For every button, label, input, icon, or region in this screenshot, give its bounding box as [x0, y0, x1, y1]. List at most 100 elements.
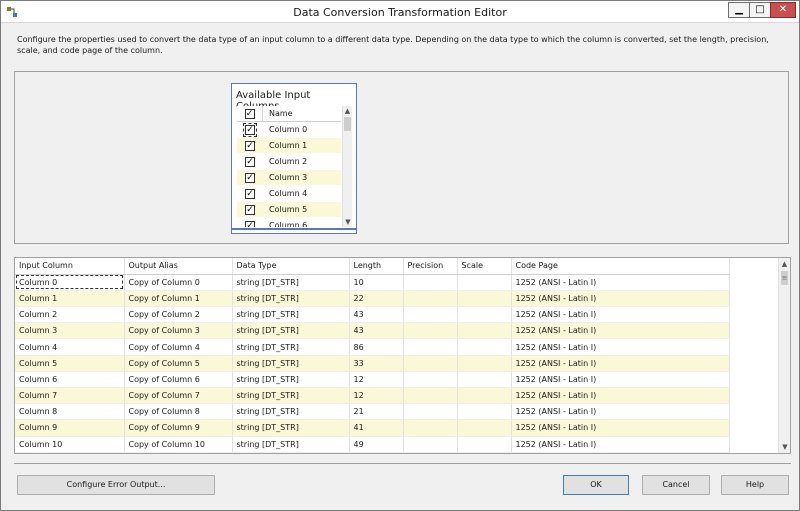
column-checkbox[interactable]: ✓ [245, 140, 255, 151]
grid-cell[interactable] [403, 436, 458, 453]
grid-cell[interactable]: Column 6 [15, 371, 125, 389]
grid-cell[interactable] [403, 355, 458, 372]
grid-cell[interactable]: 1252 (ANSI - Latin I) [511, 306, 730, 324]
grid-column-header[interactable]: Input Column [15, 258, 125, 275]
grid-column-header[interactable]: Precision [403, 258, 458, 275]
grid-cell[interactable]: 22 [349, 290, 404, 308]
grid-cell[interactable] [403, 371, 458, 389]
grid-cell[interactable]: 12 [349, 371, 404, 389]
grid-cell[interactable]: 10 [349, 274, 404, 291]
grid-cell[interactable] [457, 322, 512, 340]
help-button[interactable]: Help [721, 475, 789, 495]
grid-cell[interactable]: 41 [349, 419, 404, 437]
grid-cell[interactable]: Copy of Column 2 [124, 306, 233, 324]
grid-cell[interactable]: 86 [349, 338, 404, 356]
maximize-button[interactable]: □ [749, 2, 771, 18]
grid-cell[interactable] [457, 387, 512, 405]
grid-cell[interactable] [457, 355, 512, 372]
available-column-item[interactable]: ✓ Column 5 [237, 202, 341, 218]
grid-cell[interactable]: 49 [349, 436, 404, 453]
available-columns-scrollbar[interactable]: ▲ ▼ [342, 106, 352, 227]
grid-cell[interactable] [403, 322, 458, 340]
grid-cell[interactable]: 12 [349, 387, 404, 405]
grid-cell[interactable]: Copy of Column 10 [124, 436, 233, 453]
grid-cell[interactable] [403, 387, 458, 405]
table-row[interactable]: Column 0 Copy of Column 0 string [DT_STR] 1… [15, 274, 730, 291]
grid-cell[interactable] [457, 436, 512, 453]
grid-cell[interactable]: 1252 (ANSI - Latin I) [511, 403, 730, 421]
available-column-item[interactable]: ✓ Column 1 [237, 138, 341, 154]
grid-scroll-thumb[interactable]: ≡ [781, 271, 788, 285]
grid-cell[interactable] [403, 274, 458, 291]
grid-cell[interactable] [457, 338, 512, 356]
minimize-button[interactable]: ▁ [728, 2, 750, 18]
scroll-thumb[interactable] [344, 117, 351, 131]
table-row[interactable]: Column 3 Copy of Column 3 string [DT_STR] 4… [15, 322, 730, 340]
grid-scroll-up-icon[interactable]: ▲ [779, 258, 790, 270]
table-row[interactable]: Column 8 Copy of Column 8 string [DT_STR] 2… [15, 403, 730, 421]
table-row[interactable]: Column 5 Copy of Column 5 string [DT_STR] 3… [15, 355, 730, 372]
grid-cell[interactable] [457, 274, 512, 291]
grid-cell[interactable]: string [DT_STR] [232, 274, 350, 291]
grid-column-header[interactable]: Length [349, 258, 404, 275]
grid-cell[interactable]: Copy of Column 3 [124, 322, 233, 340]
grid-cell[interactable] [457, 290, 512, 308]
grid-cell[interactable]: 1252 (ANSI - Latin I) [511, 322, 730, 340]
available-column-item[interactable]: ✓ Column 3 [237, 170, 341, 186]
grid-cell[interactable]: Column 8 [15, 403, 125, 421]
grid-cell[interactable]: string [DT_STR] [232, 387, 350, 405]
table-row[interactable]: Column 2 Copy of Column 2 string [DT_STR] 4… [15, 306, 730, 324]
grid-cell[interactable]: Column 1 [15, 290, 125, 308]
grid-cell[interactable] [457, 371, 512, 389]
grid-column-header[interactable]: Output Alias [124, 258, 233, 275]
select-all-checkbox[interactable]: ✓ [244, 108, 255, 119]
close-button[interactable]: ✕ [770, 2, 796, 18]
grid-cell[interactable]: string [DT_STR] [232, 436, 350, 453]
grid-scroll-down-icon[interactable]: ▼ [779, 441, 790, 453]
grid-cell[interactable]: 1252 (ANSI - Latin I) [511, 355, 730, 372]
grid-cell[interactable]: Column 5 [15, 355, 125, 372]
grid-cell[interactable]: 43 [349, 322, 404, 340]
grid-cell[interactable]: 1252 (ANSI - Latin I) [511, 274, 730, 291]
grid-cell[interactable]: string [DT_STR] [232, 355, 350, 372]
available-column-item[interactable]: ✓ Column 2 [237, 154, 341, 170]
grid-cell[interactable]: string [DT_STR] [232, 403, 350, 421]
configure-error-output-button[interactable]: Configure Error Output... [17, 475, 215, 495]
grid-cell[interactable]: Copy of Column 1 [124, 290, 233, 308]
available-column-item[interactable]: ✓ Column 4 [237, 186, 341, 202]
scroll-up-icon[interactable]: ▲ [343, 106, 352, 116]
scroll-down-icon[interactable]: ▼ [343, 217, 353, 227]
grid-cell[interactable] [457, 306, 512, 324]
grid-cell[interactable]: string [DT_STR] [232, 290, 350, 308]
grid-cell[interactable]: Column 4 [15, 338, 125, 356]
grid-cell[interactable] [403, 306, 458, 324]
column-checkbox[interactable]: ✓ [245, 188, 255, 199]
grid-cell[interactable]: 1252 (ANSI - Latin I) [511, 338, 730, 356]
column-checkbox[interactable]: ✓ [245, 172, 255, 183]
grid-cell[interactable]: Copy of Column 0 [124, 274, 233, 291]
table-row[interactable]: Column 9 Copy of Column 9 string [DT_STR] 4… [15, 419, 730, 437]
available-column-item[interactable]: ✓ Column 0 [237, 122, 341, 138]
grid-scrollbar[interactable]: ▲ ≡ ▼ [778, 258, 790, 453]
grid-cell[interactable]: 1252 (ANSI - Latin I) [511, 419, 730, 437]
grid-cell[interactable]: 1252 (ANSI - Latin I) [511, 387, 730, 405]
grid-cell[interactable]: string [DT_STR] [232, 306, 350, 324]
grid-cell[interactable]: Column 3 [15, 322, 125, 340]
table-row[interactable]: Column 7 Copy of Column 7 string [DT_STR] 1… [15, 387, 730, 405]
grid-cell[interactable] [403, 419, 458, 437]
grid-cell[interactable] [403, 338, 458, 356]
grid-cell[interactable]: 1252 (ANSI - Latin I) [511, 436, 730, 453]
ok-button[interactable]: OK [563, 475, 629, 495]
grid-cell[interactable]: Column 0 [15, 274, 125, 291]
grid-cell[interactable]: Copy of Column 6 [124, 371, 233, 389]
grid-column-header[interactable]: Data Type [232, 258, 350, 275]
grid-cell[interactable]: Copy of Column 9 [124, 419, 233, 437]
cancel-button[interactable]: Cancel [642, 475, 710, 495]
grid-cell[interactable]: Column 7 [15, 387, 125, 405]
grid-cell[interactable]: Column 2 [15, 306, 125, 324]
grid-cell[interactable] [403, 403, 458, 421]
grid-cell[interactable]: string [DT_STR] [232, 371, 350, 389]
grid-cell[interactable] [403, 290, 458, 308]
column-checkbox[interactable]: ✓ [245, 220, 255, 227]
grid-cell[interactable]: 21 [349, 403, 404, 421]
